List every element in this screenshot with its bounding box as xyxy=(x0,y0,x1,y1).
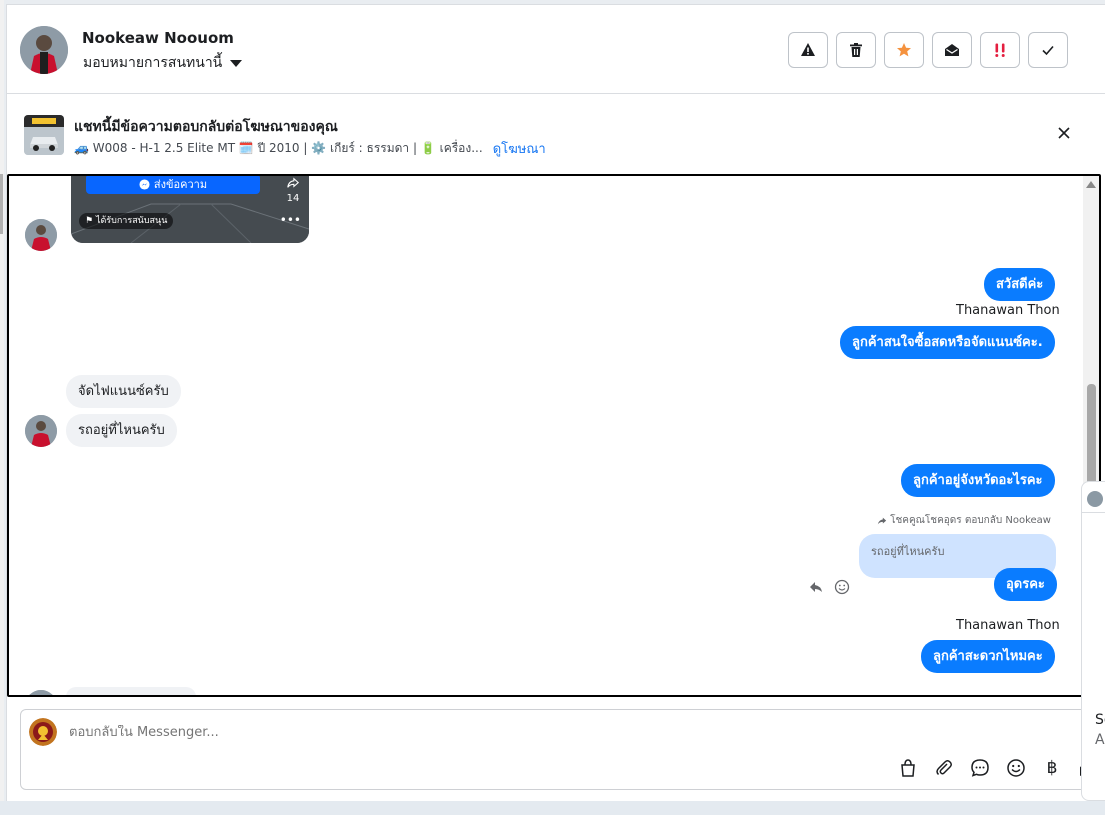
message-thread[interactable]: ส่งข้อความ 14 ⚑ ได้รับการสนับสนุน ••• สว… xyxy=(7,174,1101,697)
side-panel-avatar xyxy=(1087,491,1103,507)
reply-note-text: โชคคูณโชคอุดร ตอบกลับ Nookeaw xyxy=(890,515,1051,526)
ad-banner-meta: 🚙 W008 - H-1 2.5 Elite MT 🗓️ ปี 2010 | ⚙… xyxy=(74,138,546,159)
report-spam-button[interactable] xyxy=(788,32,828,68)
trash-icon xyxy=(850,43,862,57)
sponsored-label: ได้รับการสนับสนุน xyxy=(95,216,168,226)
composer-tools: ฿ xyxy=(897,757,1099,779)
more-options-icon[interactable]: ••• xyxy=(280,213,301,227)
side-panel-text: So xyxy=(1095,712,1105,728)
ad-thumbnail[interactable] xyxy=(24,115,64,155)
message-bubble-outgoing[interactable]: ลูกค้าสะดวกไหมคะ xyxy=(921,640,1055,673)
message-bubble-incoming[interactable]: จัดไฟแนนซ์ครับ xyxy=(66,375,181,408)
warning-icon xyxy=(801,43,815,56)
paperclip-icon xyxy=(936,760,952,776)
ad-card-share[interactable]: 14 xyxy=(283,176,303,204)
contact-avatar-small xyxy=(25,415,57,447)
star-button[interactable] xyxy=(884,32,924,68)
sender-name: Thanawan Thon xyxy=(956,303,1060,318)
saved-replies-button[interactable] xyxy=(969,757,991,779)
send-message-label: ส่งข้อความ xyxy=(153,178,208,191)
ad-banner-title: แชทนี้มีข้อความตอบกลับต่อโฆษณาของคุณ xyxy=(74,119,338,135)
contact-name: Nookeaw Noouom xyxy=(82,29,234,47)
assign-conversation-dropdown[interactable]: มอบหมายการสนทนานี้ xyxy=(83,52,243,74)
mark-unread-button[interactable] xyxy=(932,32,972,68)
share-icon xyxy=(287,177,300,188)
chevron-down-icon xyxy=(230,59,243,67)
bottom-strip xyxy=(0,801,1105,815)
message-bubble-incoming-partial xyxy=(66,687,196,695)
share-count: 14 xyxy=(286,193,300,204)
conversation-pane: Nookeaw Noouom มอบหมายการสนทนานี้ แชทนี้… xyxy=(6,4,1105,801)
attach-button[interactable] xyxy=(933,757,955,779)
page-avatar xyxy=(29,718,57,746)
mark-done-button[interactable] xyxy=(1028,32,1068,68)
follow-up-button[interactable] xyxy=(980,32,1020,68)
message-bubble-incoming[interactable]: รถอยู่ที่ไหนครับ xyxy=(66,414,177,447)
assign-label: มอบหมายการสนทนานี้ xyxy=(83,55,223,71)
reply-arrow-icon xyxy=(877,517,887,524)
contact-avatar-small xyxy=(25,690,57,695)
payment-button[interactable]: ฿ xyxy=(1041,757,1063,779)
sender-name: Thanawan Thon xyxy=(956,618,1060,633)
conversation-header: Nookeaw Noouom มอบหมายการสนทนานี้ xyxy=(7,5,1105,94)
ad-reply-banner: แชทนี้มีข้อความตอบกลับต่อโฆษณาของคุณ 🚙 W… xyxy=(7,95,1105,173)
ad-meta-text: 🚙 W008 - H-1 2.5 Elite MT 🗓️ ปี 2010 | ⚙… xyxy=(74,141,483,155)
double-exclamation-icon xyxy=(995,43,1005,57)
shop-button[interactable] xyxy=(897,757,919,779)
header-actions xyxy=(788,32,1068,68)
reply-note: โชคคูณโชคอุดร ตอบกลับ Nookeaw xyxy=(877,513,1051,528)
messenger-icon xyxy=(139,178,150,190)
contact-avatar-small xyxy=(25,219,57,251)
contact-avatar[interactable] xyxy=(20,26,68,74)
emoji-button[interactable] xyxy=(1005,757,1027,779)
side-panel-subtext: A xyxy=(1095,732,1105,748)
side-panel-peek[interactable]: So A xyxy=(1081,481,1105,801)
thread-scrollbar-thumb[interactable] xyxy=(1087,384,1096,494)
message-tools xyxy=(808,579,850,595)
scroll-up-icon[interactable] xyxy=(1086,181,1096,188)
envelope-open-icon xyxy=(945,44,959,56)
side-panel-divider xyxy=(1082,512,1105,513)
close-icon[interactable] xyxy=(1056,125,1072,141)
reply-input[interactable] xyxy=(69,725,669,740)
chat-bubble-icon xyxy=(971,759,989,777)
bag-icon xyxy=(901,759,915,777)
emoji-icon xyxy=(1007,759,1025,777)
send-message-button[interactable]: ส่งข้อความ xyxy=(86,176,260,194)
message-bubble-outgoing[interactable]: สวัสดีค่ะ xyxy=(984,268,1056,301)
megaphone-icon: ⚑ xyxy=(85,216,96,226)
check-icon xyxy=(1042,45,1054,56)
react-emoji-icon[interactable] xyxy=(834,579,850,595)
baht-icon: ฿ xyxy=(1046,758,1058,778)
left-scrollbar[interactable] xyxy=(0,0,4,815)
delete-button[interactable] xyxy=(836,32,876,68)
message-composer: ฿ xyxy=(20,709,1100,790)
left-scrollbar-thumb[interactable] xyxy=(0,174,3,234)
reply-icon[interactable] xyxy=(808,579,824,595)
sponsored-badge: ⚑ ได้รับการสนับสนุน xyxy=(79,213,174,229)
ad-preview-card[interactable]: ส่งข้อความ 14 ⚑ ได้รับการสนับสนุน ••• xyxy=(71,176,309,243)
message-bubble-outgoing[interactable]: อุดรคะ xyxy=(994,568,1057,601)
view-ad-link[interactable]: ดูโฆษณา xyxy=(493,138,546,159)
message-bubble-outgoing[interactable]: ลูกค้าอยู่จังหวัดอะไรคะ xyxy=(901,464,1055,497)
message-bubble-outgoing[interactable]: ลูกค้าสนใจซื้อสดหรือจัดแนนซ์คะ. xyxy=(840,326,1055,359)
star-icon xyxy=(897,43,911,57)
